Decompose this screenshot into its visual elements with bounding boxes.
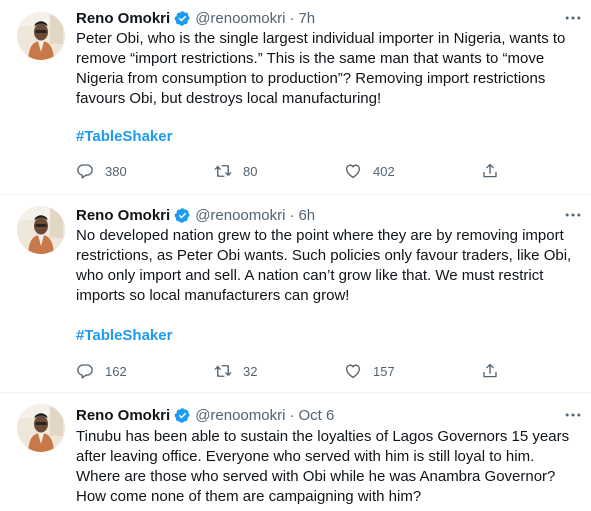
tweet-actions: 162 32 157: [76, 361, 506, 381]
tweet-text-line: who only import and sell. A nation can’t…: [76, 267, 544, 284]
separator-dot: ·: [289, 9, 295, 27]
tweet-text-line: Peter Obi, who is the single largest ind…: [76, 30, 566, 47]
tweet-3[interactable]: Reno Omokri @renoomokri · Oct 6 Tinubu h…: [0, 392, 591, 511]
tweet-time[interactable]: 7h: [298, 10, 315, 27]
separator-dot: ·: [289, 206, 295, 224]
tweet-text: Peter Obi, who is the single largest ind…: [76, 29, 581, 109]
author-handle[interactable]: @renoomokri: [195, 207, 285, 224]
more-dots-icon[interactable]: [563, 405, 583, 425]
avatar[interactable]: [17, 206, 65, 254]
tweet-header: Reno Omokri @renoomokri · Oct 6: [76, 405, 575, 425]
reply-count: 162: [105, 363, 127, 379]
avatar[interactable]: [17, 12, 65, 60]
reply-button[interactable]: 162: [76, 361, 127, 381]
hashtag-link[interactable]: #TableShaker: [76, 326, 172, 346]
hashtag-link[interactable]: #TableShaker: [76, 127, 172, 147]
author-name[interactable]: Reno Omokri: [76, 407, 170, 424]
more-dots-icon[interactable]: [563, 8, 583, 28]
reply-icon: [76, 162, 94, 180]
author-name[interactable]: Reno Omokri: [76, 207, 170, 224]
like-count: 157: [373, 363, 395, 379]
share-button[interactable]: [481, 161, 510, 181]
share-button[interactable]: [481, 361, 510, 381]
tweet-text-line: favours Obi, but destroys local manufact…: [76, 90, 382, 107]
like-count: 402: [373, 163, 395, 179]
tweet-header: Reno Omokri @renoomokri · 7h: [76, 8, 575, 28]
tweet-text-line: Nigeria from consumption to production”?…: [76, 70, 546, 87]
tweet-text-line: No developed nation grew to the point wh…: [76, 227, 564, 244]
heart-icon: [344, 362, 362, 380]
like-button[interactable]: 402: [344, 161, 395, 181]
tweet-text-line: remove “import restrictions.” This is th…: [76, 50, 545, 67]
tweet-actions: 380 80 402: [76, 161, 506, 181]
tweet-text: Tinubu has been able to sustain the loya…: [76, 427, 581, 507]
tweet-text: No developed nation grew to the point wh…: [76, 226, 581, 306]
verified-badge-icon: [174, 407, 191, 424]
retweet-count: 32: [243, 363, 258, 379]
retweet-button[interactable]: 32: [214, 361, 257, 381]
verified-badge-icon: [174, 10, 191, 27]
tweet-2[interactable]: Reno Omokri @renoomokri · 6h No develope…: [0, 194, 591, 392]
retweet-button[interactable]: 80: [214, 161, 257, 181]
tweet-text-line: after leaving office. Everyone who serve…: [76, 448, 535, 465]
tweet-header: Reno Omokri @renoomokri · 6h: [76, 205, 575, 225]
tweet-text-line: restrictions, as Peter Obi wants. Such p…: [76, 247, 572, 264]
reply-icon: [76, 362, 94, 380]
verified-badge-icon: [174, 207, 191, 224]
more-dots-icon[interactable]: [563, 205, 583, 225]
share-icon: [481, 162, 499, 180]
share-icon: [481, 362, 499, 380]
tweet-time[interactable]: Oct 6: [298, 407, 334, 424]
like-button[interactable]: 157: [344, 361, 395, 381]
separator-dot: ·: [289, 406, 295, 424]
tweet-text-line: Where are those who served with Obi whil…: [76, 468, 556, 485]
retweet-count: 80: [243, 163, 258, 179]
avatar[interactable]: [17, 404, 65, 452]
heart-icon: [344, 162, 362, 180]
retweet-icon: [214, 362, 232, 380]
author-handle[interactable]: @renoomokri: [195, 407, 285, 424]
reply-button[interactable]: 380: [76, 161, 127, 181]
author-handle[interactable]: @renoomokri: [195, 10, 285, 27]
tweet-text-line: Tinubu has been able to sustain the loya…: [76, 428, 570, 445]
reply-count: 380: [105, 163, 127, 179]
author-name[interactable]: Reno Omokri: [76, 10, 170, 27]
tweet-text-line: How come none of them are campaigning wi…: [76, 488, 422, 505]
retweet-icon: [214, 162, 232, 180]
tweet-time[interactable]: 6h: [298, 207, 315, 224]
tweet-1[interactable]: Reno Omokri @renoomokri · 7h Peter Obi, …: [0, 0, 591, 194]
tweet-text-line: imports so local manufacturers can grow!: [76, 287, 350, 304]
